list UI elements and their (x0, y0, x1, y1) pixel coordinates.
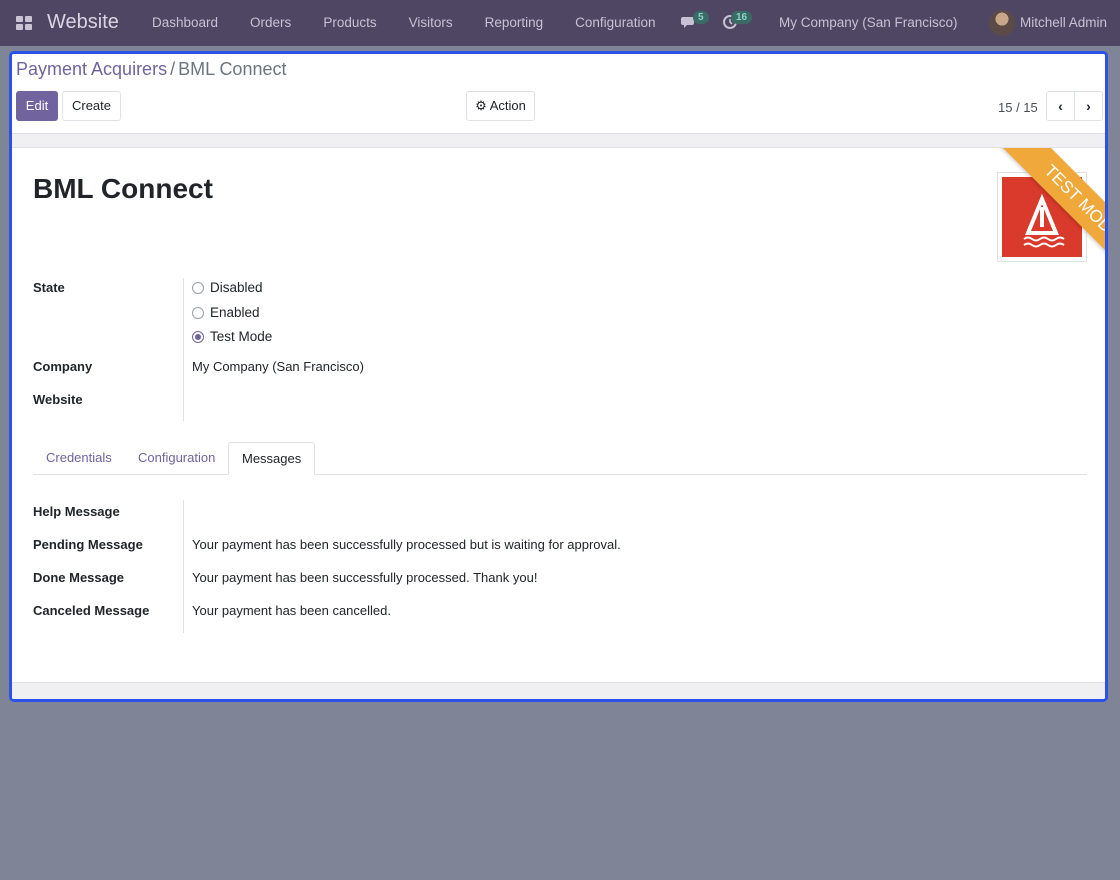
tab-messages[interactable]: Messages (228, 442, 316, 475)
menu-item-reporting[interactable]: Reporting (469, 0, 560, 46)
messages-count-badge: 5 (693, 11, 709, 24)
canceled-message-label: Canceled Message (33, 603, 150, 618)
menu-item-configuration[interactable]: Configuration (559, 0, 671, 46)
form-view-panel: Payment Acquirers / BML Connect Edit Creat… (9, 51, 1108, 702)
pager-value[interactable]: 15 / 15 (998, 100, 1038, 115)
main-menu: Dashboard Orders Products Visitors Repor… (136, 0, 671, 46)
tab-credentials[interactable]: Credentials (33, 442, 125, 475)
field-divider (183, 278, 184, 421)
radio-enabled[interactable] (192, 306, 204, 319)
form-sheet: BML Connect TEST MODE State Disabled Ena… (12, 147, 1105, 683)
done-message-label: Done Message (33, 570, 125, 585)
company-field[interactable]: My Company (San Francisco) (192, 359, 364, 374)
breadcrumb-separator: / (170, 59, 176, 79)
chevron-left-icon: ‹ (1058, 98, 1063, 114)
gear-icon: ⚙ (475, 98, 487, 113)
website-label: Website (33, 392, 83, 407)
activities-count-badge: 16 (731, 11, 753, 24)
apps-grid-icon[interactable] (16, 16, 32, 30)
menu-item-visitors[interactable]: Visitors (393, 0, 469, 46)
state-label: State (33, 280, 65, 295)
radio-disabled[interactable] (192, 281, 204, 294)
state-option-label: Disabled (210, 280, 263, 295)
canceled-message-field[interactable]: Your payment has been cancelled. (192, 603, 391, 618)
notebook-tabs: Credentials Configuration Messages (33, 442, 1087, 475)
pager-previous-button[interactable]: ‹ (1046, 91, 1075, 121)
action-button-label: Action (489, 98, 526, 113)
tab-configuration[interactable]: Configuration (125, 442, 228, 475)
control-panel: Payment Acquirers / BML Connect Edit Creat… (12, 54, 1105, 134)
state-option-test-mode[interactable]: Test Mode (192, 329, 272, 344)
chevron-right-icon: › (1086, 98, 1091, 114)
breadcrumb-parent-link[interactable]: Payment Acquirers (16, 59, 167, 79)
state-option-enabled[interactable]: Enabled (192, 305, 260, 320)
avatar[interactable] (989, 10, 1015, 36)
app-brand: Website (47, 11, 119, 33)
action-button[interactable]: ⚙ Action (466, 91, 535, 121)
pending-message-field[interactable]: Your payment has been successfully proce… (192, 537, 621, 552)
field-divider (183, 500, 184, 633)
record-title: BML Connect (33, 173, 213, 204)
menu-item-orders[interactable]: Orders (234, 0, 307, 46)
user-menu[interactable]: Mitchell Admin (1020, 15, 1107, 30)
breadcrumb: Payment Acquirers / BML Connect (16, 59, 286, 80)
create-button[interactable]: Create (62, 91, 121, 121)
edit-button[interactable]: Edit (16, 91, 58, 121)
company-label: Company (33, 359, 93, 374)
menu-item-products[interactable]: Products (307, 0, 392, 46)
form-footer-strip (12, 684, 1105, 699)
help-message-label: Help Message (33, 504, 120, 519)
company-switcher[interactable]: My Company (San Francisco) (779, 15, 958, 30)
menu-item-dashboard[interactable]: Dashboard (136, 0, 234, 46)
top-navbar: Website Dashboard Orders Products Visito… (0, 0, 1120, 46)
done-message-field[interactable]: Your payment has been successfully proce… (192, 570, 537, 585)
radio-test-mode[interactable] (192, 330, 204, 343)
state-option-label: Enabled (210, 305, 260, 320)
state-option-disabled[interactable]: Disabled (192, 280, 263, 295)
breadcrumb-current: BML Connect (178, 59, 287, 79)
state-option-label: Test Mode (210, 329, 273, 344)
pager-next-button[interactable]: › (1074, 91, 1103, 121)
pending-message-label: Pending Message (33, 537, 143, 552)
